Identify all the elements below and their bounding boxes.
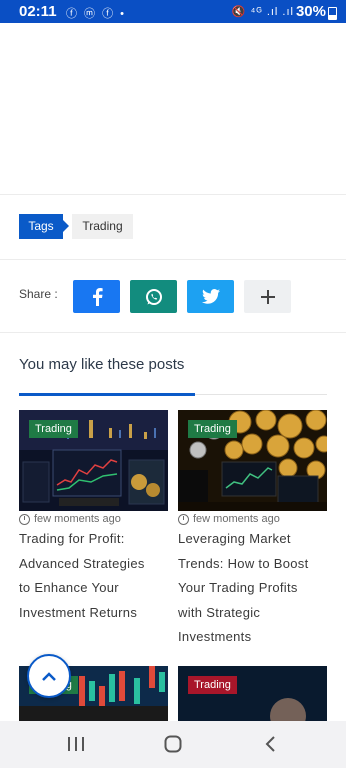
heading-underline-accent <box>19 393 195 396</box>
clock-icon <box>178 513 189 525</box>
share-facebook-button[interactable] <box>73 280 120 313</box>
post-meta: few moments ago <box>178 513 280 525</box>
share-whatsapp-button[interactable] <box>130 280 177 313</box>
signal-icons: 🔇 ⁴ᴳ .ıl .ıl <box>231 6 294 18</box>
clock-icon <box>19 513 30 525</box>
recent-apps-icon <box>68 737 84 751</box>
divider <box>0 259 346 260</box>
category-badge[interactable]: Trading <box>188 420 237 438</box>
category-badge[interactable]: Trading <box>29 420 78 438</box>
recent-apps-button[interactable] <box>64 733 88 755</box>
share-label: Share : <box>19 287 58 301</box>
post-title-line: Investments <box>178 629 252 644</box>
home-button[interactable] <box>161 733 185 755</box>
back-button[interactable] <box>258 733 282 755</box>
post-title-line: with Strategic <box>178 604 261 620</box>
divider <box>0 194 346 195</box>
plus-icon <box>260 289 275 304</box>
post-title-line: Trends: How to Boost <box>178 555 309 571</box>
post-time: few moments ago <box>193 513 280 525</box>
related-posts-heading: You may like these posts <box>19 356 185 373</box>
chevron-up-icon <box>42 671 56 681</box>
post-title-line: to Enhance Your <box>19 580 119 595</box>
back-icon <box>265 736 275 752</box>
system-navigation-bar <box>0 721 346 768</box>
battery-icon <box>328 7 337 20</box>
tags-label: Tags <box>19 214 69 239</box>
status-bar: 02:11 ⓕ ⓜ ⓕ • 🔇 ⁴ᴳ .ıl .ıl 30% <box>0 0 346 23</box>
home-icon <box>164 735 182 753</box>
status-time: 02:11 <box>19 3 57 20</box>
post-thumbnail[interactable]: Trading <box>19 410 168 511</box>
battery-level: 30% <box>295 3 326 20</box>
share-more-button[interactable] <box>244 280 291 313</box>
whatsapp-icon <box>145 288 162 305</box>
post-thumbnail[interactable]: Trading <box>178 410 327 511</box>
facebook-icon <box>92 287 103 306</box>
post-time: few moments ago <box>34 513 121 525</box>
post-title-line: Investment Returns <box>19 604 138 620</box>
twitter-icon <box>201 289 220 304</box>
scroll-to-top-button[interactable] <box>27 654 71 698</box>
post-thumbnail[interactable]: Trading <box>178 666 327 721</box>
tag-trading[interactable]: Trading <box>72 214 133 239</box>
post-title-line: Trading for Profit: <box>19 531 125 546</box>
share-twitter-button[interactable] <box>187 280 234 313</box>
post-title-line: Your Trading Profits <box>178 580 298 595</box>
post-title-line: Leveraging Market <box>178 531 291 546</box>
post-title[interactable]: Leveraging Market Trends: How to Boost Y… <box>178 527 338 650</box>
post-title[interactable]: Trading for Profit: Advanced Strategies … <box>19 527 171 625</box>
divider <box>0 332 346 333</box>
category-badge[interactable]: Trading <box>188 676 237 694</box>
post-meta: few moments ago <box>19 513 121 525</box>
post-title-line: Advanced Strategies <box>19 555 145 571</box>
notification-icons: ⓕ ⓜ ⓕ • <box>66 8 127 20</box>
